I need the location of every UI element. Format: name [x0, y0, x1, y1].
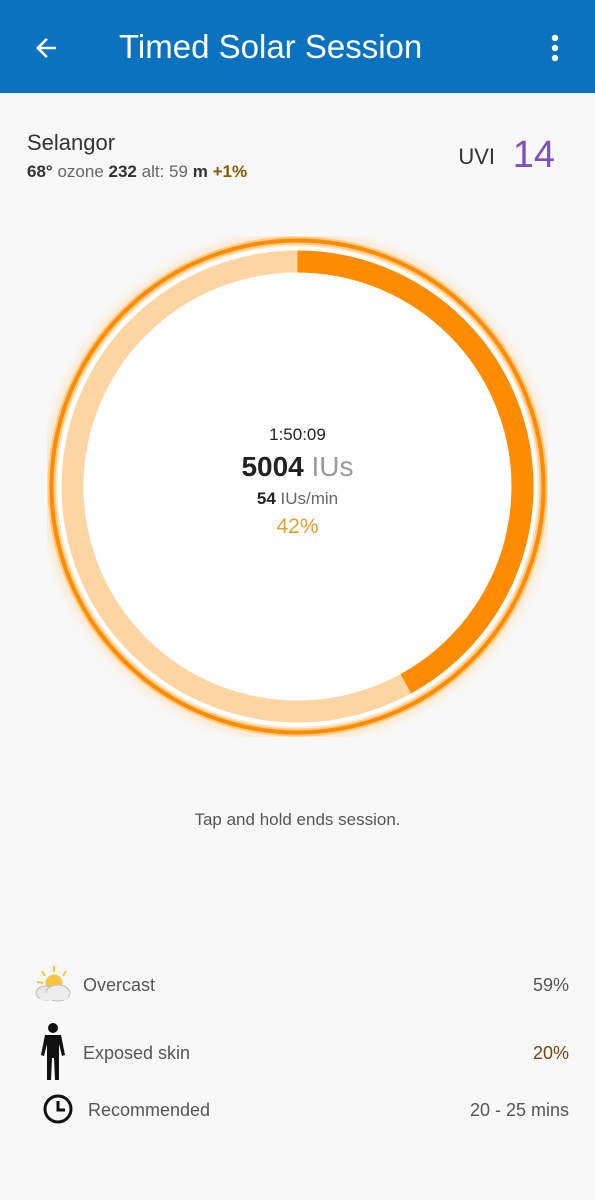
clock-icon [38, 1086, 78, 1132]
overflow-menu-button[interactable] [533, 24, 577, 72]
altitude-label: alt: [141, 162, 165, 181]
dose-rate-value: 54 [256, 488, 276, 508]
sun-angle: 68° [27, 162, 53, 181]
location-name: Selangor [27, 130, 116, 155]
dose-rate: 54 IUs/min [257, 489, 338, 509]
app-bar: Timed Solar Session [0, 0, 595, 93]
progress-percent: 42% [276, 514, 319, 538]
elapsed-time: 1:50:09 [269, 424, 326, 444]
altitude-value: 59 [169, 162, 188, 181]
ozone-label: ozone [57, 162, 104, 181]
altitude-unit: m [192, 162, 208, 181]
ozone-value: 232 [108, 162, 137, 181]
factor-row-overcast: Overcast 59% [0, 961, 595, 1009]
uvi-label: UVI [458, 144, 495, 169]
factor-row-recommended: Recommended 20 - 25 mins [0, 1086, 595, 1134]
factor-value-exposed-skin: 20% [532, 1043, 569, 1063]
session-readout: 1:50:09 5004 IUs 54 IUs/min 42% [47, 236, 548, 737]
page-title: Timed Solar Session [119, 28, 423, 65]
partly-cloudy-icon [30, 961, 76, 1007]
delta-value: +1% [212, 162, 248, 181]
total-dose-unit: IUs [311, 450, 354, 482]
factor-label-recommended: Recommended [88, 1100, 211, 1120]
session-hint: Tap and hold ends session. [194, 810, 401, 829]
arrow-left-icon [36, 38, 56, 58]
factor-value-overcast: 59% [532, 975, 569, 995]
dose-rate-unit: IUs/min [280, 488, 339, 508]
factor-row-exposed-skin: Exposed skin 20% [0, 1023, 595, 1080]
human-figure-icon [30, 1022, 76, 1082]
total-dose: 5004 IUs [241, 451, 353, 483]
uvi-value: 14 [512, 134, 555, 176]
factor-value-recommended: 20 - 25 mins [469, 1100, 569, 1120]
total-dose-value: 5004 [241, 450, 304, 482]
more-vert-icon [551, 34, 559, 62]
factor-label-exposed-skin: Exposed skin [83, 1043, 191, 1063]
location-meta: 68° ozone 232 alt: 59 m +1% [27, 162, 247, 182]
back-button[interactable] [22, 24, 70, 72]
factor-label-overcast: Overcast [83, 975, 156, 995]
